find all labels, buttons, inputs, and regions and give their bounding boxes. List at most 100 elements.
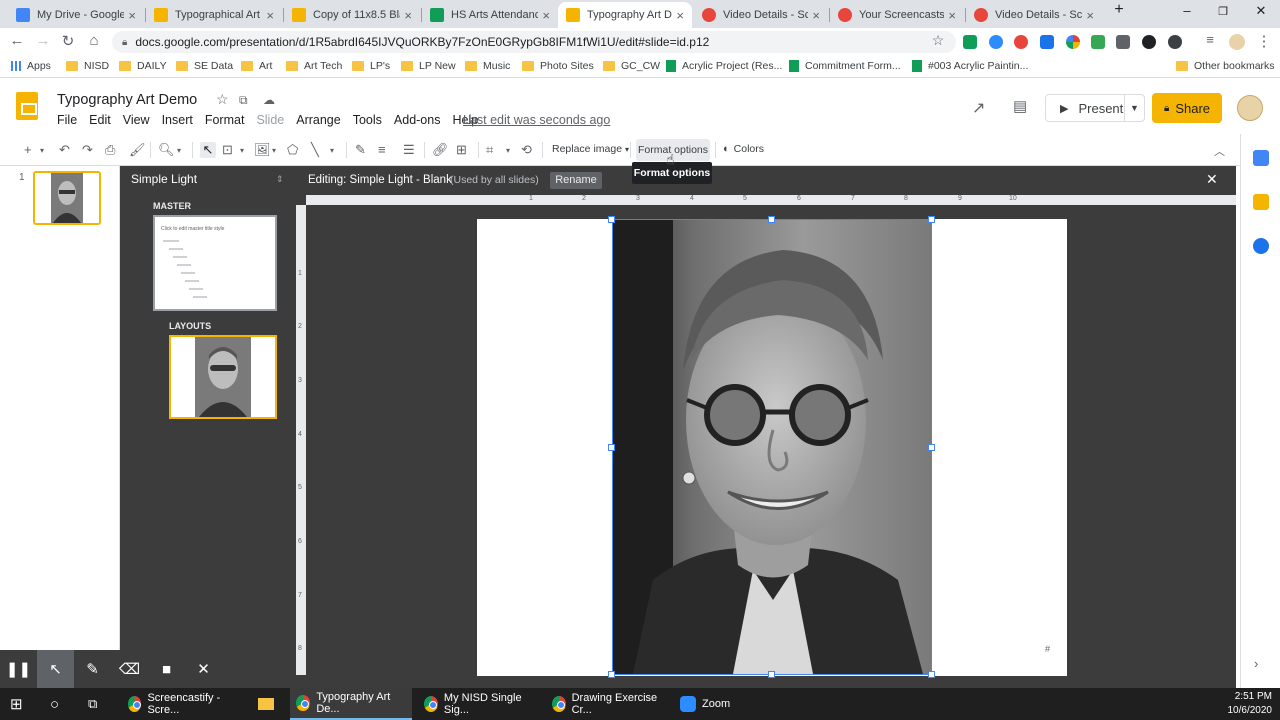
menu-format[interactable]: Format [205,113,245,127]
bookmark-folder[interactable]: SE Data [176,60,233,72]
taskbar-item[interactable]: Zoom [674,688,736,720]
extension-icon[interactable] [1091,35,1105,49]
last-edit-link[interactable]: Last edit was seconds ago [463,113,610,127]
zoom-extension-icon[interactable] [989,35,1003,49]
menu-insert[interactable]: Insert [162,113,193,127]
tasks-icon[interactable] [1253,238,1269,254]
taskbar-item[interactable]: Screencastify - Scre... [122,688,244,720]
comment-add-icon[interactable]: ⊞ [456,142,467,158]
system-clock[interactable]: 2:51 PM 10/6/2020 [1228,690,1273,718]
chevron-down-icon[interactable]: ▾ [177,146,181,155]
bookmark-star-icon[interactable]: ☆ [928,32,948,49]
move-folder-icon[interactable]: ⧉ [239,93,248,108]
chevron-up-icon[interactable]: ︿ [1214,143,1225,159]
slides-logo-icon[interactable] [16,92,38,120]
windows-start-icon[interactable]: ⊞ [4,688,29,720]
keep-icon[interactable] [1253,194,1269,210]
resize-handle[interactable] [768,216,775,223]
redo-icon[interactable]: ↷ [82,142,93,158]
image-icon[interactable]: 🖼︎ [254,142,271,158]
bookmark-sheet[interactable]: Acrylic Project (Res... [666,60,782,72]
close-tab-icon[interactable]: × [128,8,136,23]
panel-resize-icon[interactable]: ⇕ [276,174,284,185]
bookmark-folder[interactable]: LP's [352,60,390,72]
undo-icon[interactable]: ↶ [59,142,70,158]
taskbar-item[interactable]: My NISD Single Sig... [418,688,542,720]
bookmark-folder[interactable]: DAILY [119,60,167,72]
home-icon[interactable]: ⌂ [84,32,104,49]
camera-icon[interactable]: ■ [148,650,185,688]
select-cursor-icon[interactable]: ↖ [200,142,216,158]
slide-canvas[interactable]: # [477,216,1067,678]
menu-edit[interactable]: Edit [89,113,111,127]
resize-handle[interactable] [928,216,935,223]
browser-tab[interactable]: My Drive - Google D × [8,2,144,28]
chevron-down-icon[interactable]: ▾ [330,146,334,155]
border-weight-icon[interactable]: ≡ [378,142,386,157]
bookmark-folder[interactable]: GC_CW [603,60,660,72]
browser-tab[interactable]: HS Arts Attendance × [422,2,558,28]
document-title[interactable]: Typography Art Demo [57,92,197,108]
close-window-icon[interactable]: ✕ [1246,3,1276,19]
cursor-icon[interactable]: ↖ [37,650,74,688]
shape-icon[interactable]: ⬠ [287,142,298,158]
new-slide-icon[interactable]: + [24,142,32,157]
comments-icon[interactable]: ▤ [1013,97,1027,115]
chevron-down-icon[interactable]: ▾ [40,146,44,155]
close-tab-icon[interactable]: × [404,8,412,23]
browser-tab[interactable]: Typographical Art - × [146,2,282,28]
activity-trend-icon[interactable]: ↗ [972,98,985,118]
extension-icon[interactable] [1168,35,1182,49]
menu-view[interactable]: View [123,113,150,127]
close-icon[interactable]: ✕ [1206,171,1218,188]
print-icon[interactable]: ⎙ [105,142,115,158]
forward-icon[interactable]: → [33,32,53,49]
new-tab-button[interactable]: + [1104,1,1134,19]
file-explorer-icon[interactable] [252,688,280,720]
bookmark-folder[interactable]: Art Tech [286,60,342,72]
resize-handle[interactable] [608,216,615,223]
taskbar-item[interactable]: Drawing Exercise Cr... [546,688,670,720]
close-tab-icon[interactable]: × [676,8,684,23]
extension-icon[interactable] [1040,35,1054,49]
close-tab-icon[interactable]: × [266,8,274,23]
crop-icon[interactable]: ⌗ [486,142,493,158]
close-icon[interactable]: ✕ [185,650,222,688]
menu-slide[interactable]: Slide [256,113,284,127]
resize-handle[interactable] [608,444,615,451]
bookmark-folder[interactable]: LP New [401,60,456,72]
screencastify-extension-icon[interactable] [1014,35,1028,49]
search-icon[interactable]: ○ [44,688,65,720]
eraser-icon[interactable]: ⌫ [111,650,148,688]
task-view-icon[interactable]: ⧉ [82,688,103,720]
chevron-right-icon[interactable]: › [1254,656,1258,671]
extension-icon[interactable] [1142,35,1156,49]
chevron-down-icon[interactable]: ▼ [1124,95,1144,121]
menu-add-ons[interactable]: Add-ons [394,113,441,127]
address-bar[interactable]: 🔒︎ docs.google.com/presentation/d/1R5abr… [112,31,956,53]
avatar[interactable] [1237,95,1263,121]
line-icon[interactable]: ╲ [311,142,319,158]
slide-thumbnail[interactable] [33,171,101,225]
bookmark-sheet[interactable]: #003 Acrylic Paintin... [912,60,1028,72]
resize-handle[interactable] [928,444,935,451]
close-tab-icon[interactable]: × [812,8,820,23]
layout-thumbnail-blank[interactable] [169,335,277,419]
browser-tab[interactable]: Video Details - Scre × [694,2,828,28]
portrait-image[interactable] [612,219,932,675]
paint-format-icon[interactable]: 🖌︎ [129,142,146,158]
resize-handle[interactable] [608,671,615,678]
resize-handle[interactable] [768,671,775,678]
rename-button[interactable]: Rename [550,172,602,189]
present-button[interactable]: ▶ Present ▼ [1045,94,1145,122]
calendar-icon[interactable] [1253,150,1269,166]
zoom-icon[interactable]: 🔍︎ [158,142,175,158]
bookmark-folder[interactable]: NISD [66,60,109,72]
resize-handle[interactable] [928,671,935,678]
bookmark-folder[interactable]: Music [465,60,510,72]
menu-file[interactable]: File [57,113,77,127]
other-bookmarks[interactable]: Other bookmarks [1176,60,1275,72]
browser-tab[interactable]: Video Details - Scre × [966,2,1102,28]
master-thumbnail[interactable]: Click to edit master title style [153,215,277,311]
chevron-down-icon[interactable]: ▾ [506,146,510,155]
